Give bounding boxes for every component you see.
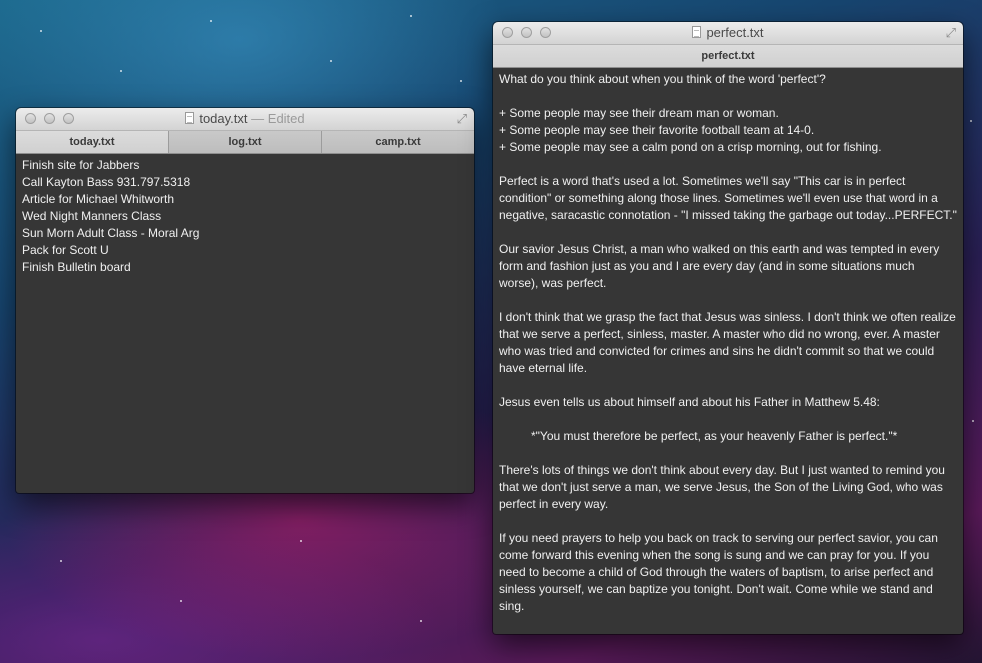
text-paragraph: + Some people may see a calm pond on a c… [499,140,882,154]
today-window: today.txt — Edited ⤢ today.txt log.txt c… [16,108,474,493]
tab-bar: today.txt log.txt camp.txt [16,131,474,154]
text-line: Call Kayton Bass 931.797.5318 [22,175,191,189]
text-paragraph: I don't think that we grasp the fact tha… [499,310,956,375]
text-paragraph: + Some people may see their favorite foo… [499,123,815,137]
tab-bar: perfect.txt [493,45,963,68]
text-paragraph: There's lots of things we don't think ab… [499,463,945,511]
titlebar[interactable]: perfect.txt ⤢ [493,22,963,45]
star [300,540,302,542]
star [972,420,974,422]
tab-today[interactable]: today.txt [16,131,169,153]
edited-label: — Edited [251,111,305,126]
text-paragraph: + Some people may see their dream man or… [499,106,779,120]
text-editor[interactable]: Finish site for Jabbers Call Kayton Bass… [16,154,474,279]
scripture-quote: *"You must therefore be perfect, as your… [531,429,898,443]
tab-camp[interactable]: camp.txt [322,131,474,153]
text-paragraph: What do you think about when you think o… [499,72,826,86]
star [210,20,212,22]
fullscreen-icon[interactable]: ⤢ [457,112,467,126]
text-paragraph: Perfect is a word that's used a lot. Som… [499,174,957,222]
text-line: Pack for Scott U [22,243,109,257]
tab-log[interactable]: log.txt [169,131,322,153]
window-title: today.txt — Edited [16,108,474,130]
star [460,80,462,82]
text-line: Finish Bulletin board [22,260,131,274]
star [180,600,182,602]
tab-perfect[interactable]: perfect.txt [493,45,963,67]
text-line: Sun Morn Adult Class - Moral Arg [22,226,200,240]
star [120,70,122,72]
perfect-window: perfect.txt ⤢ perfect.txt What do you th… [493,22,963,634]
text-paragraph: Our savior Jesus Christ, a man who walke… [499,242,940,290]
fullscreen-icon[interactable]: ⤢ [946,26,956,40]
text-paragraph: Jesus even tells us about himself and ab… [499,395,880,409]
document-icon [185,112,195,124]
text-editor[interactable]: What do you think about when you think o… [493,68,963,618]
text-line: Finish site for Jabbers [22,158,140,172]
text-line: Wed Night Manners Class [22,209,162,223]
titlebar[interactable]: today.txt — Edited ⤢ [16,108,474,131]
star [330,60,332,62]
star [970,120,972,122]
star [60,560,62,562]
text-line: Article for Michael Whitworth [22,192,175,206]
window-title: perfect.txt [493,22,963,44]
star [40,30,42,32]
star [410,15,412,17]
document-icon [692,26,702,38]
window-title-text: perfect.txt [706,25,764,40]
star [420,620,422,622]
text-paragraph: If you need prayers to help you back on … [499,531,938,613]
window-title-text: today.txt [199,111,248,126]
